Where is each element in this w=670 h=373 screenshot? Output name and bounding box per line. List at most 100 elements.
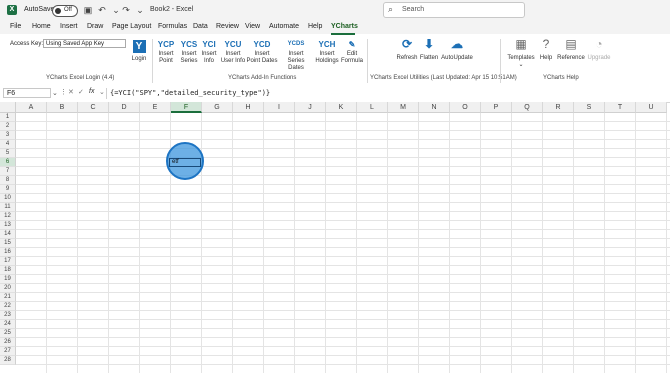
row-header[interactable]: 17: [0, 257, 16, 266]
tab-view[interactable]: View: [245, 23, 260, 30]
row-header[interactable]: 22: [0, 302, 16, 311]
row-header[interactable]: 19: [0, 275, 16, 284]
insert-user-info-button[interactable]: YCU Insert User Info: [219, 38, 247, 65]
row-header[interactable]: 28: [0, 356, 16, 365]
row-header[interactable]: 16: [0, 248, 16, 257]
column-header[interactable]: O: [450, 102, 481, 113]
column-header[interactable]: C: [78, 102, 109, 113]
row-header[interactable]: 12: [0, 212, 16, 221]
help-button[interactable]: ? Help: [537, 38, 555, 62]
insert-series-dates-button[interactable]: YCDS Insert Series Dates: [279, 38, 313, 72]
cell-area[interactable]: [16, 113, 670, 373]
select-all-corner[interactable]: [0, 102, 16, 113]
row-header[interactable]: 9: [0, 185, 16, 194]
name-box[interactable]: F6: [3, 88, 51, 98]
customize-toolbar-icon[interactable]: ⌄: [134, 4, 146, 16]
autoupdate-button[interactable]: ☁ AutoUpdate: [440, 38, 474, 62]
login-button[interactable]: Y Login: [128, 38, 150, 63]
row-header[interactable]: 21: [0, 293, 16, 302]
column-header[interactable]: N: [419, 102, 450, 113]
insert-info-button[interactable]: YCI Insert Info: [200, 38, 218, 65]
tab-review[interactable]: Review: [216, 23, 239, 30]
active-cell[interactable]: etf: [169, 158, 201, 167]
group-divider: [152, 39, 153, 83]
row-header[interactable]: 10: [0, 194, 16, 203]
column-header[interactable]: B: [47, 102, 78, 113]
column-header[interactable]: U: [636, 102, 667, 113]
column-header[interactable]: H: [233, 102, 264, 113]
formula-input[interactable]: {=YCI("SPY","detailed_security_type")}: [110, 89, 270, 97]
tab-data[interactable]: Data: [193, 23, 208, 30]
insert-series-button[interactable]: YCS Insert Series: [177, 38, 201, 65]
redo-icon[interactable]: ↷: [120, 4, 132, 16]
tab-ycharts[interactable]: YCharts: [331, 23, 358, 30]
flatten-button[interactable]: ⬇ Flatten: [418, 38, 440, 62]
autosave-toggle[interactable]: Off: [52, 5, 78, 17]
undo-icon[interactable]: ↶: [96, 4, 108, 16]
enter-icon[interactable]: ✓: [78, 88, 84, 96]
upgrade-button[interactable]: ◔ Upgrade: [586, 38, 612, 62]
row-header[interactable]: 8: [0, 176, 16, 185]
more-options-icon[interactable]: ⋮: [60, 88, 67, 96]
insert-holdings-button[interactable]: YCH Insert Holdings: [313, 38, 341, 65]
column-header[interactable]: F: [171, 102, 202, 113]
reference-button[interactable]: ▤ Reference: [556, 38, 586, 62]
column-header[interactable]: E: [140, 102, 171, 113]
tab-formulas[interactable]: Formulas: [158, 23, 187, 30]
row-header[interactable]: 27: [0, 347, 16, 356]
tab-help[interactable]: Help: [308, 23, 322, 30]
tab-file[interactable]: File: [10, 23, 21, 30]
column-header[interactable]: J: [295, 102, 326, 113]
column-header[interactable]: D: [109, 102, 140, 113]
column-header[interactable]: S: [574, 102, 605, 113]
button-label: Reference: [557, 55, 585, 61]
row-header[interactable]: 4: [0, 140, 16, 149]
row-header[interactable]: 2: [0, 122, 16, 131]
save-icon[interactable]: ▣: [82, 4, 94, 16]
spreadsheet-grid[interactable]: A B C D E F G H I J K L M N O P Q R S T U 1 2 3 4 5 6 7 8 9 10 11 12 13 14…: [0, 102, 670, 373]
row-header[interactable]: 1: [0, 113, 16, 122]
insert-function-icon[interactable]: fx: [89, 88, 94, 95]
tab-page-layout[interactable]: Page Layout: [112, 23, 151, 30]
button-label: Insert: [158, 51, 174, 57]
row-header[interactable]: 5: [0, 149, 16, 158]
row-header[interactable]: 20: [0, 284, 16, 293]
row-header[interactable]: 6: [0, 158, 16, 167]
row-header[interactable]: 7: [0, 167, 16, 176]
name-box-dropdown-icon[interactable]: ⌄: [52, 89, 58, 97]
column-header[interactable]: I: [264, 102, 295, 113]
edit-formula-button[interactable]: ✎ Edit Formula: [340, 38, 364, 65]
row-header[interactable]: 15: [0, 239, 16, 248]
insert-point-button[interactable]: YCP Insert Point: [155, 38, 177, 65]
column-header[interactable]: A: [16, 102, 47, 113]
column-header[interactable]: G: [202, 102, 233, 113]
tab-automate[interactable]: Automate: [269, 23, 299, 30]
tab-home[interactable]: Home: [32, 23, 51, 30]
row-header[interactable]: 11: [0, 203, 16, 212]
row-header[interactable]: 24: [0, 320, 16, 329]
column-header[interactable]: T: [605, 102, 636, 113]
ycd-icon: YCD: [253, 40, 271, 49]
column-header[interactable]: M: [388, 102, 419, 113]
tab-draw[interactable]: Draw: [87, 23, 103, 30]
row-header[interactable]: 26: [0, 338, 16, 347]
fx-dropdown-icon[interactable]: ⌄: [99, 88, 105, 96]
row-header[interactable]: 25: [0, 329, 16, 338]
search-box[interactable]: ⌕ Search: [383, 2, 525, 18]
row-header[interactable]: 13: [0, 221, 16, 230]
column-header[interactable]: Q: [512, 102, 543, 113]
column-header[interactable]: P: [481, 102, 512, 113]
row-header[interactable]: 3: [0, 131, 16, 140]
templates-button[interactable]: ▦ Templates ⌄: [506, 38, 536, 69]
cancel-icon[interactable]: ✕: [68, 88, 74, 96]
row-header[interactable]: 14: [0, 230, 16, 239]
row-header[interactable]: 23: [0, 311, 16, 320]
row-header[interactable]: 18: [0, 266, 16, 275]
access-key-field[interactable]: Using Saved App Key: [43, 39, 126, 48]
insert-point-dates-button[interactable]: YCD Insert Point Dates: [246, 38, 278, 65]
refresh-button[interactable]: ⟳ Refresh: [394, 38, 420, 62]
column-header[interactable]: L: [357, 102, 388, 113]
column-header[interactable]: K: [326, 102, 357, 113]
column-header[interactable]: R: [543, 102, 574, 113]
tab-insert[interactable]: Insert: [60, 23, 78, 30]
